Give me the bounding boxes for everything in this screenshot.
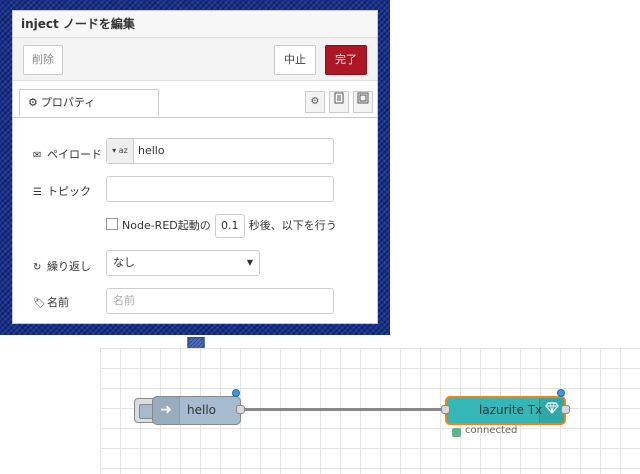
envelope-icon: ✉ bbox=[33, 150, 42, 161]
repeat-select[interactable]: なし ▼ bbox=[106, 250, 260, 276]
edit-dialog: inject ノードを編集 削除 中止 完了 ⚙ プロパティ ⚙ ✉ ペイロード ▾… bbox=[12, 10, 378, 324]
tab-appearance-layout-icon[interactable] bbox=[353, 91, 373, 113]
name-input[interactable]: 名前 bbox=[106, 288, 334, 314]
payload-label: ペイロード bbox=[47, 148, 102, 161]
cancel-button[interactable]: 中止 bbox=[274, 45, 316, 75]
startup-delay-input[interactable]: 0.1 bbox=[214, 214, 245, 238]
flow-wire[interactable] bbox=[240, 408, 445, 411]
startup-suffix: 秒後、以下を行う bbox=[248, 219, 337, 232]
tx-status-text: connected bbox=[465, 425, 518, 436]
payload-label-row: ✉ ペイロード bbox=[33, 146, 102, 162]
inject-node[interactable]: ➜ hello bbox=[152, 396, 241, 425]
tag-icon: 🏷 bbox=[33, 298, 46, 309]
topic-label-row: ☰ トピック bbox=[33, 183, 91, 199]
dialog-tabs: ⚙ プロパティ ⚙ bbox=[13, 81, 377, 118]
arrow-in-icon: ➜ bbox=[153, 397, 180, 424]
name-label: 名前 bbox=[47, 296, 69, 309]
delete-button[interactable]: 削除 bbox=[23, 45, 63, 75]
repeat-icon: ↻ bbox=[33, 262, 42, 273]
caret-down-icon: ▼ bbox=[246, 258, 253, 267]
repeat-value: なし bbox=[113, 256, 135, 269]
tab-settings-gear-icon[interactable]: ⚙ bbox=[305, 91, 325, 113]
repeat-label-row: ↻ 繰り返し bbox=[33, 258, 91, 274]
tasks-icon: ☰ bbox=[33, 187, 42, 198]
payload-field[interactable]: ▾ az hello bbox=[106, 138, 334, 164]
startup-checkbox[interactable] bbox=[106, 218, 118, 230]
repeat-label: 繰り返し bbox=[47, 260, 91, 273]
inject-output-port[interactable] bbox=[236, 405, 245, 414]
payload-type-az-icon: az bbox=[118, 146, 128, 155]
tx-node-label: lazurite Tx bbox=[479, 403, 543, 417]
done-button[interactable]: 完了 bbox=[325, 45, 367, 75]
name-label-row: 🏷名前 bbox=[33, 294, 69, 310]
payload-type-selector[interactable]: ▾ az bbox=[107, 139, 134, 163]
tx-output-port[interactable] bbox=[561, 405, 570, 414]
dialog-title: inject ノードを編集 bbox=[13, 11, 377, 38]
dialog-toolbar: 削除 中止 完了 bbox=[13, 38, 377, 81]
tab-description-document-icon[interactable] bbox=[329, 91, 349, 113]
inject-node-label: hello bbox=[187, 403, 216, 417]
inject-changed-indicator bbox=[232, 389, 240, 397]
tab-properties[interactable]: ⚙ プロパティ bbox=[19, 89, 159, 117]
tx-changed-indicator bbox=[557, 389, 565, 397]
lazurite-tx-node[interactable]: lazurite Tx bbox=[445, 396, 566, 425]
startup-row: Node-RED起動の 0.1 秒後、以下を行う bbox=[106, 214, 337, 238]
topic-label: トピック bbox=[47, 185, 91, 198]
gear-icon: ⚙ bbox=[28, 96, 38, 109]
tab-properties-label: プロパティ bbox=[40, 96, 96, 109]
startup-prefix: Node-RED起動の bbox=[122, 219, 211, 232]
status-dot bbox=[452, 428, 461, 437]
tx-input-port[interactable] bbox=[441, 405, 450, 414]
topic-input[interactable] bbox=[106, 176, 334, 202]
payload-value: hello bbox=[138, 144, 165, 157]
name-placeholder: 名前 bbox=[113, 294, 135, 307]
